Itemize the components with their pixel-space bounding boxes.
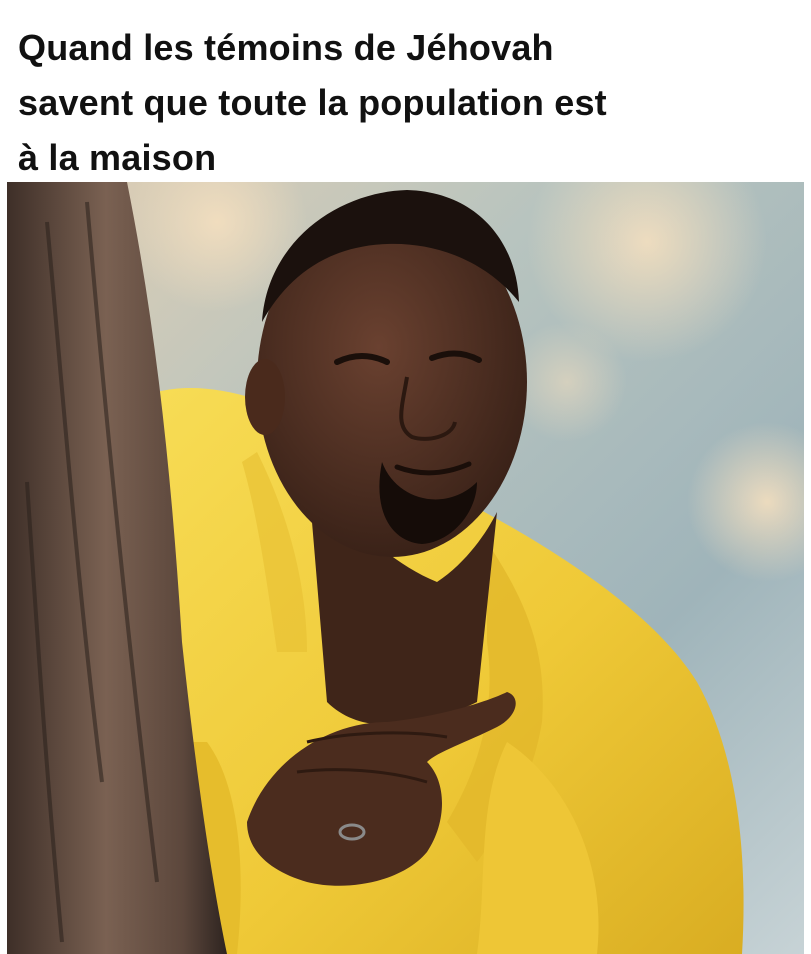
caption-line-2: savent que toute la population est [18,82,607,123]
meme-caption: Quand les témoins de Jéhovah savent que … [18,20,798,185]
meme-image: Quand les témoins de Jéhovah savent que … [0,0,811,954]
caption-line-1: Quand les témoins de Jéhovah [18,27,554,68]
meme-photo [7,182,804,954]
caption-line-3: à la maison [18,137,217,178]
ear [245,359,285,435]
photo-illustration [7,182,804,954]
